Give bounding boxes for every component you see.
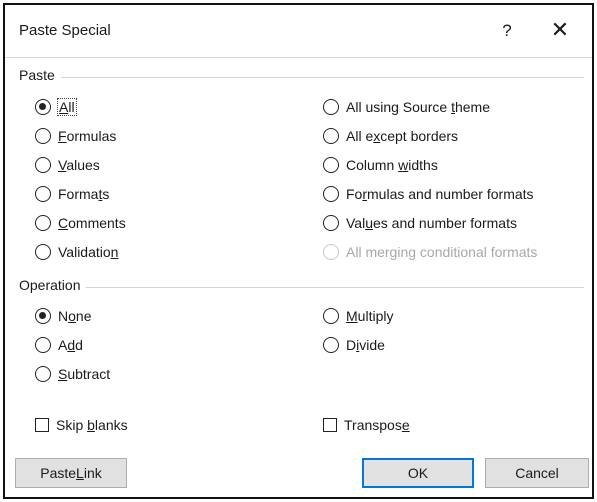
radio-circle xyxy=(323,215,339,231)
checkbox-box xyxy=(35,418,49,432)
radio-label: Formats xyxy=(58,186,110,202)
radio-label: Subtract xyxy=(58,366,111,382)
radio-circle xyxy=(323,244,339,260)
radio-multiply[interactable]: Multiply xyxy=(323,306,393,326)
radio-label: All merging conditional formats xyxy=(346,244,538,260)
radio-label: Values and number formats xyxy=(346,215,517,231)
radio-circle xyxy=(35,128,51,144)
radio-label: Multiply xyxy=(346,308,394,324)
radio-none[interactable]: None xyxy=(35,306,92,326)
radio-circle xyxy=(323,99,339,115)
radio-label: All xyxy=(57,98,77,116)
radio-label: Add xyxy=(58,337,83,353)
radio-formats[interactable]: Formats xyxy=(35,184,109,204)
checkbox-box xyxy=(323,418,337,432)
radio-circle xyxy=(323,128,339,144)
radio-label: Values xyxy=(58,157,100,173)
radio-label: Validation xyxy=(58,244,119,260)
radio-circle xyxy=(323,308,339,324)
radio-subtract[interactable]: Subtract xyxy=(35,364,110,384)
radio-circle xyxy=(35,99,51,115)
operation-group-label: Operation xyxy=(19,277,87,293)
radio-circle xyxy=(35,366,51,382)
radio-all-using-source-theme[interactable]: All using Source theme xyxy=(323,97,490,117)
radio-circle xyxy=(35,337,51,353)
radio-column-widths[interactable]: Column widths xyxy=(323,155,438,175)
help-button[interactable]: ? xyxy=(493,17,521,45)
radio-comments[interactable]: Comments xyxy=(35,213,126,233)
radio-formulas-and-number-formats[interactable]: Formulas and number formats xyxy=(323,184,534,204)
radio-circle xyxy=(323,186,339,202)
paste-special-dialog: Paste Special ? ✕ Paste All Formulas Value… xyxy=(3,3,594,499)
paste-link-button[interactable]: Paste Link xyxy=(15,458,127,488)
radio-label: All using Source theme xyxy=(346,99,490,115)
radio-all[interactable]: All xyxy=(35,97,77,117)
title-separator xyxy=(5,57,592,58)
cancel-button[interactable]: Cancel xyxy=(485,458,589,488)
transpose-label: Transpose xyxy=(344,417,410,433)
radio-all-except-borders[interactable]: All except borders xyxy=(323,126,458,146)
title-bar: Paste Special ? ✕ xyxy=(5,5,592,55)
radio-label: Comments xyxy=(58,215,126,231)
radio-values[interactable]: Values xyxy=(35,155,100,175)
radio-label: Formulas xyxy=(58,128,117,144)
radio-label: None xyxy=(58,308,92,324)
skip-blanks-label: Skip blanks xyxy=(56,417,128,433)
radio-circle xyxy=(35,157,51,173)
transpose-checkbox[interactable]: Transpose xyxy=(323,415,410,435)
radio-all-merging-conditional-formats: All merging conditional formats xyxy=(323,242,537,262)
paste-group-label: Paste xyxy=(19,67,61,83)
radio-circle xyxy=(323,337,339,353)
dialog-title: Paste Special xyxy=(19,22,111,39)
radio-divide[interactable]: Divide xyxy=(323,335,385,355)
radio-label: Formulas and number formats xyxy=(346,186,534,202)
radio-validation[interactable]: Validation xyxy=(35,242,118,262)
radio-circle xyxy=(35,186,51,202)
radio-label: All except borders xyxy=(346,128,459,144)
radio-circle xyxy=(35,244,51,260)
radio-circle xyxy=(35,308,51,324)
radio-circle xyxy=(323,157,339,173)
radio-label: Column widths xyxy=(346,157,438,173)
skip-blanks-checkbox[interactable]: Skip blanks xyxy=(35,415,128,435)
radio-formulas[interactable]: Formulas xyxy=(35,126,116,146)
radio-circle xyxy=(35,215,51,231)
operation-group-line xyxy=(19,287,584,288)
radio-label: Divide xyxy=(346,337,385,353)
close-button[interactable]: ✕ xyxy=(545,15,575,45)
radio-values-and-number-formats[interactable]: Values and number formats xyxy=(323,213,517,233)
ok-button[interactable]: OK xyxy=(362,458,474,488)
paste-group-line xyxy=(19,77,584,78)
radio-add[interactable]: Add xyxy=(35,335,83,355)
